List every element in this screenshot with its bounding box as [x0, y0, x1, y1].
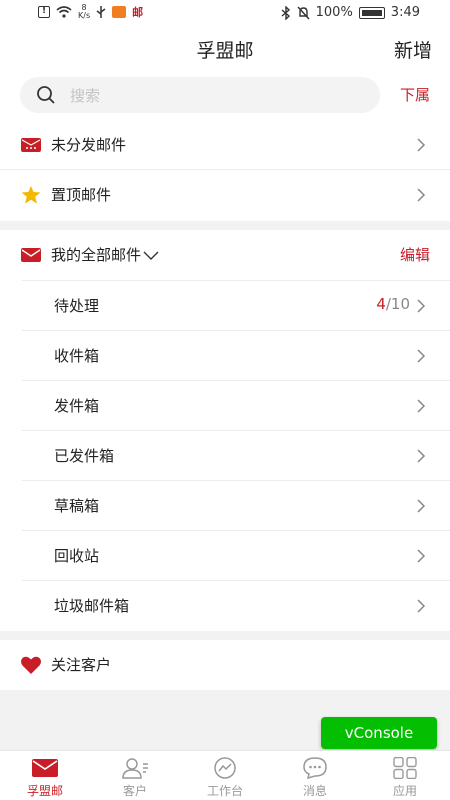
customer-icon: [122, 758, 148, 779]
folder-spam[interactable]: 垃圾邮件箱: [22, 580, 450, 630]
battery-icon: [358, 6, 385, 19]
folder-trash[interactable]: 回收站: [22, 530, 450, 580]
folder-drafts[interactable]: 草稿箱: [22, 480, 450, 530]
add-button[interactable]: 新增: [394, 36, 432, 63]
folder-label: 发件箱: [54, 397, 100, 415]
battery-percent: 100%: [315, 5, 353, 20]
folder-label: 已发件箱: [54, 447, 115, 465]
chevron-right-icon: [417, 299, 426, 313]
status-bar: ! 8 K/s 邮 100% 3:49: [0, 0, 450, 28]
folder-label: 回收站: [54, 547, 100, 565]
star-icon: [21, 186, 41, 204]
chevron-right-icon: [417, 449, 426, 463]
vconsole-button[interactable]: vConsole: [321, 717, 437, 749]
usb-icon: [96, 6, 106, 18]
folder-label: 待处理: [54, 297, 100, 315]
folder-label: 收件箱: [54, 347, 100, 365]
chevron-down-icon: [143, 251, 159, 260]
folder-inbox[interactable]: 收件箱: [22, 330, 450, 380]
mail-icon: [21, 248, 41, 262]
mail-icon: [32, 759, 58, 777]
chevron-right-icon: [417, 599, 426, 613]
chevron-right-icon: [417, 349, 426, 363]
heart-icon: [21, 656, 41, 674]
all-mail-label: 我的全部邮件: [51, 244, 159, 265]
tab-workbench[interactable]: 工作台: [180, 751, 270, 800]
bluetooth-icon: [281, 5, 290, 20]
pending-count: 4/10: [376, 295, 410, 313]
tab-apps[interactable]: 应用: [360, 751, 450, 800]
workbench-icon: [214, 757, 236, 779]
notification-alert-icon: !: [38, 6, 50, 18]
undistributed-mail-item[interactable]: 未分发邮件: [0, 120, 450, 170]
tab-label: 工作台: [206, 784, 243, 798]
chevron-right-icon: [417, 138, 426, 152]
favorite-section: 关注客户: [0, 640, 450, 690]
chevron-right-icon: [417, 188, 426, 202]
favorite-customers-label: 关注客户: [51, 656, 112, 674]
bottom-tab-bar: 孚盟邮 客户 工作台 消息 应用: [0, 750, 450, 800]
apps-icon: [393, 757, 417, 779]
search-icon: [37, 86, 55, 104]
chevron-right-icon: [417, 549, 426, 563]
favorite-customers-item[interactable]: 关注客户: [0, 640, 450, 690]
mail-app-notification-icon: 邮: [132, 6, 144, 19]
network-speed: 8 K/s: [78, 3, 91, 20]
subordinate-button[interactable]: 下属: [400, 84, 430, 105]
undistributed-mail-icon: [21, 138, 41, 152]
pinned-mail-item[interactable]: 置顶邮件: [0, 170, 450, 220]
pinned-mail-label: 置顶邮件: [51, 186, 112, 204]
tab-label: 客户: [122, 784, 147, 798]
folder-label: 垃圾邮件箱: [54, 597, 130, 615]
wifi-icon: [56, 6, 72, 18]
tab-label: 消息: [302, 784, 327, 798]
tab-label: 孚盟邮: [26, 784, 63, 798]
message-icon: [303, 757, 327, 779]
folder-label: 草稿箱: [54, 497, 100, 515]
tab-customers[interactable]: 客户: [90, 751, 180, 800]
chevron-right-icon: [417, 499, 426, 513]
mute-bell-icon: [297, 6, 310, 19]
search-placeholder: 搜索: [70, 87, 101, 105]
search-row: 搜索 下属: [0, 68, 450, 120]
folder-pending[interactable]: 待处理 4/10: [22, 280, 450, 330]
folder-outbox[interactable]: 发件箱: [22, 380, 450, 430]
page-title: 孚盟邮: [196, 40, 254, 62]
tab-mail[interactable]: 孚盟邮: [0, 751, 90, 800]
edit-button[interactable]: 编辑: [400, 244, 430, 265]
app-notification-icon: [112, 6, 127, 18]
clock: 3:49: [390, 5, 420, 20]
tab-messages[interactable]: 消息: [270, 751, 360, 800]
all-mail-section: 我的全部邮件 编辑 待处理 4/10 收件箱 发件箱 已发件箱 草稿箱 回收站 …: [0, 230, 450, 631]
tab-label: 应用: [392, 784, 417, 798]
search-input[interactable]: 搜索: [20, 77, 380, 113]
all-mail-header[interactable]: 我的全部邮件 编辑: [0, 230, 450, 280]
chevron-right-icon: [417, 399, 426, 413]
folder-sent[interactable]: 已发件箱: [22, 430, 450, 480]
app-header: 孚盟邮 新增: [0, 28, 450, 68]
quick-mail-section: 未分发邮件 置顶邮件: [0, 120, 450, 221]
undistributed-mail-label: 未分发邮件: [51, 136, 127, 154]
